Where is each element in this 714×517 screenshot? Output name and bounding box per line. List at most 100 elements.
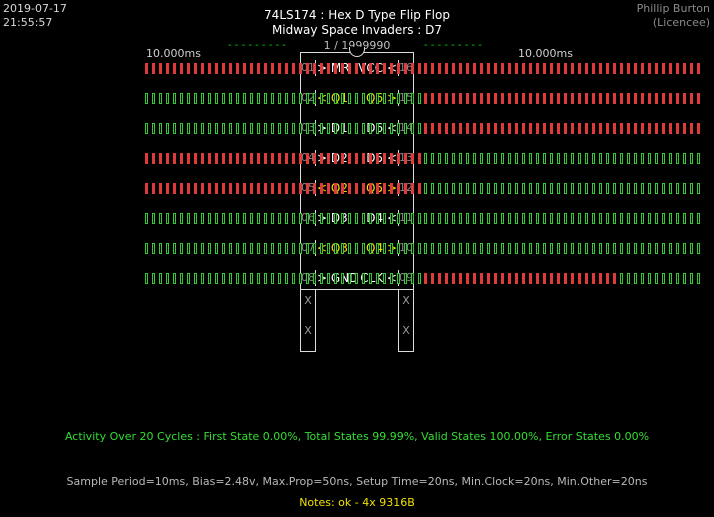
sample-high xyxy=(362,183,365,194)
sample-low xyxy=(250,213,253,224)
sample-low xyxy=(613,213,616,224)
sample-high xyxy=(159,153,162,164)
sample-high xyxy=(592,63,595,74)
sample-low xyxy=(620,183,623,194)
sample-high xyxy=(529,123,532,134)
sample-low xyxy=(173,93,176,104)
sample-low xyxy=(634,153,637,164)
sample-low xyxy=(662,153,665,164)
leg-x-marker: X xyxy=(304,324,312,337)
sample-low xyxy=(341,123,344,134)
sample-low xyxy=(369,273,372,284)
sample-low xyxy=(662,273,665,284)
sample-high xyxy=(278,183,281,194)
sample-high xyxy=(676,93,679,104)
sample-low xyxy=(662,183,665,194)
sample-low xyxy=(438,243,441,254)
sample-high xyxy=(292,183,295,194)
sample-high xyxy=(627,123,630,134)
sample-low xyxy=(334,273,337,284)
sample-low xyxy=(592,243,595,254)
sample-low xyxy=(536,243,539,254)
sample-low xyxy=(515,213,518,224)
sample-low xyxy=(334,123,337,134)
sample-high xyxy=(529,63,532,74)
sample-low xyxy=(222,213,225,224)
sample-low xyxy=(390,243,393,254)
sample-low xyxy=(292,243,295,254)
sample-low xyxy=(697,243,700,254)
sample-high xyxy=(550,123,553,134)
sample-low xyxy=(257,243,260,254)
sample-low xyxy=(550,153,553,164)
sample-high xyxy=(334,63,337,74)
sample-low xyxy=(404,213,407,224)
chip-title: 74LS174 : Hex D Type Flip Flop xyxy=(264,8,450,22)
sample-low xyxy=(613,243,616,254)
sample-low xyxy=(313,93,316,104)
sample-low xyxy=(278,213,281,224)
sample-low xyxy=(285,123,288,134)
sample-low xyxy=(599,183,602,194)
sample-low xyxy=(327,93,330,104)
sample-high xyxy=(285,63,288,74)
sample-high xyxy=(550,93,553,104)
sample-low xyxy=(145,123,148,134)
sample-high xyxy=(404,63,407,74)
sample-low xyxy=(466,213,469,224)
sample-high xyxy=(431,93,434,104)
sample-low xyxy=(627,243,630,254)
sample-low xyxy=(187,93,190,104)
sample-high xyxy=(466,93,469,104)
sample-low xyxy=(487,243,490,254)
sample-low xyxy=(669,273,672,284)
sample-low xyxy=(529,213,532,224)
sample-low xyxy=(648,153,651,164)
sample-settings: Sample Period=10ms, Bias=2.48v, Max.Prop… xyxy=(66,475,648,488)
sample-low xyxy=(599,213,602,224)
sample-low xyxy=(501,153,504,164)
sample-high xyxy=(334,183,337,194)
sample-high xyxy=(215,153,218,164)
sample-high xyxy=(424,273,427,284)
sample-high xyxy=(564,63,567,74)
sample-low xyxy=(390,213,393,224)
sample-high xyxy=(655,123,658,134)
sample-high xyxy=(229,63,232,74)
sample-high xyxy=(383,183,386,194)
sample-high xyxy=(180,153,183,164)
sample-high xyxy=(613,93,616,104)
sample-low xyxy=(250,273,253,284)
sample-high xyxy=(669,123,672,134)
sample-low xyxy=(166,243,169,254)
sample-low xyxy=(571,183,574,194)
sample-high xyxy=(285,153,288,164)
sample-high xyxy=(145,183,148,194)
sample-low xyxy=(424,183,427,194)
sample-low xyxy=(222,93,225,104)
sample-high xyxy=(522,273,525,284)
sample-low xyxy=(278,273,281,284)
sample-high xyxy=(487,93,490,104)
sample-low xyxy=(487,213,490,224)
sample-low xyxy=(501,213,504,224)
sample-high xyxy=(355,63,358,74)
sample-low xyxy=(292,93,295,104)
sample-low xyxy=(299,213,302,224)
sample-high xyxy=(313,63,316,74)
sample-high xyxy=(578,123,581,134)
sample-low xyxy=(411,93,414,104)
sample-low xyxy=(445,183,448,194)
sample-low xyxy=(418,243,421,254)
sample-high xyxy=(515,273,518,284)
sample-low xyxy=(571,213,574,224)
sample-low xyxy=(369,243,372,254)
sample-high xyxy=(564,93,567,104)
sample-high xyxy=(676,123,679,134)
sample-low xyxy=(669,243,672,254)
sample-low xyxy=(522,183,525,194)
sample-low xyxy=(508,213,511,224)
sample-low xyxy=(215,123,218,134)
sample-low xyxy=(208,93,211,104)
sample-high xyxy=(522,123,525,134)
